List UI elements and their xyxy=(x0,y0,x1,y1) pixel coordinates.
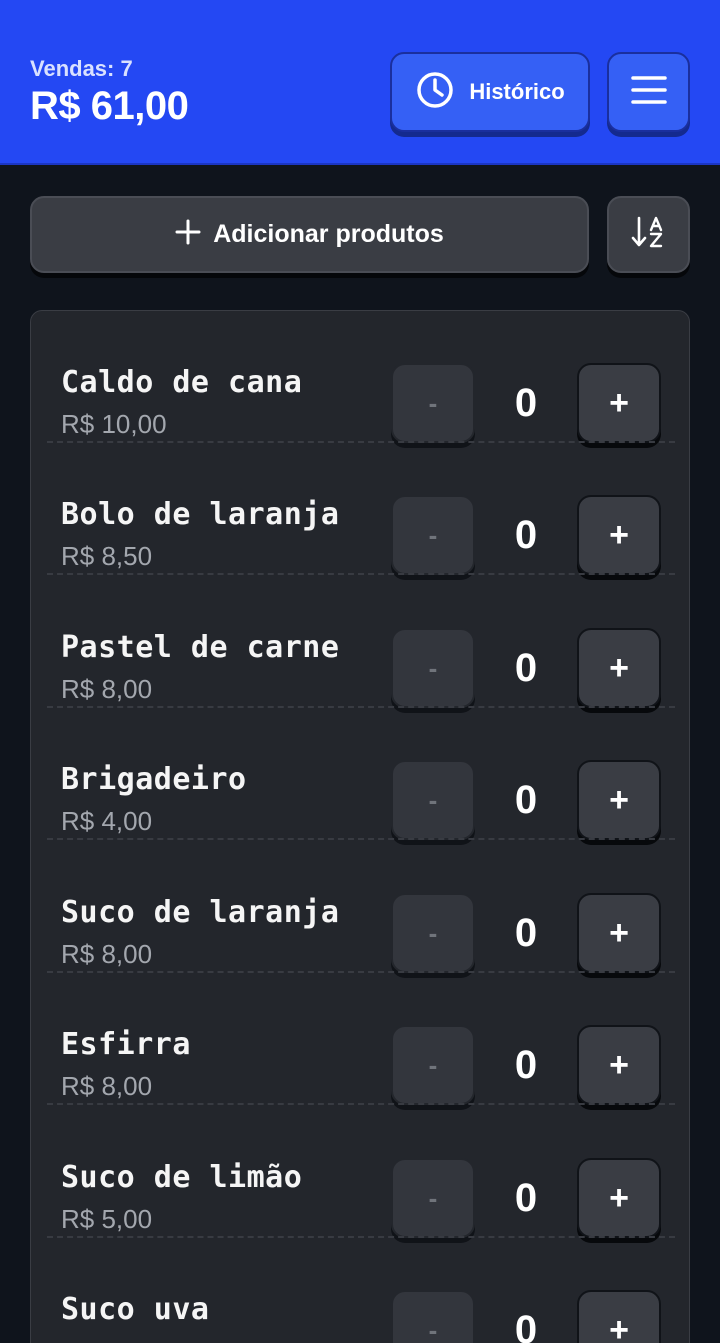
increase-button[interactable]: + xyxy=(577,1290,661,1343)
product-name: Caldo de cana xyxy=(61,365,303,400)
product-name: Suco de limão xyxy=(61,1160,303,1195)
increase-button[interactable]: + xyxy=(577,1025,661,1105)
product-name: Bolo de laranja xyxy=(61,497,340,532)
decrease-button[interactable]: - xyxy=(391,363,475,443)
product-price: R$ 8,00 xyxy=(61,1071,153,1101)
product-price: R$ 5,00 xyxy=(61,1204,153,1234)
history-button[interactable]: Histórico xyxy=(390,52,590,132)
quantity-value: 0 xyxy=(514,645,538,690)
sort-button[interactable] xyxy=(607,196,690,273)
product-name: Pastel de carne xyxy=(61,630,340,665)
increase-button[interactable]: + xyxy=(577,495,661,575)
quantity-value: 0 xyxy=(514,1175,538,1220)
list-item: Esfirra R$ 8,00 - 0 + xyxy=(31,973,689,1105)
clock-icon xyxy=(415,70,455,115)
divider xyxy=(47,573,675,575)
product-price: R$ 8,00 xyxy=(61,674,153,704)
list-item: Brigadeiro R$ 4,00 - 0 + xyxy=(31,708,689,840)
quantity-value: 0 xyxy=(514,910,538,955)
product-name: Esfirra xyxy=(61,1027,191,1062)
quantity-value: 0 xyxy=(514,1307,538,1343)
history-button-label: Histórico xyxy=(469,79,565,104)
decrease-button[interactable]: - xyxy=(391,760,475,840)
decrease-button[interactable]: - xyxy=(391,1025,475,1105)
list-item: Caldo de cana R$ 10,00 - 0 + xyxy=(31,311,689,443)
decrease-button[interactable]: - xyxy=(391,628,475,708)
hamburger-menu-icon xyxy=(630,75,667,110)
product-price: R$ 10,00 xyxy=(61,409,167,439)
quantity-value: 0 xyxy=(514,512,538,557)
increase-button[interactable]: + xyxy=(577,363,661,443)
add-products-label: Adicionar produtos xyxy=(213,220,444,248)
plus-icon xyxy=(175,219,201,250)
decrease-button[interactable]: - xyxy=(391,893,475,973)
product-price: R$ 4,00 xyxy=(61,806,153,836)
quantity-value: 0 xyxy=(514,1042,538,1087)
divider xyxy=(47,838,675,840)
decrease-button[interactable]: - xyxy=(391,1290,475,1343)
app-header: Vendas: 7 R$ 61,00 Histórico xyxy=(0,0,720,165)
increase-button[interactable]: + xyxy=(577,760,661,840)
product-name: Suco de laranja xyxy=(61,895,340,930)
product-price: R$ 8,50 xyxy=(61,541,153,571)
increase-button[interactable]: + xyxy=(577,628,661,708)
quantity-value: 0 xyxy=(514,777,538,822)
sales-total: R$ 61,00 xyxy=(30,84,189,128)
decrease-button[interactable]: - xyxy=(391,495,475,575)
product-name: Brigadeiro xyxy=(61,762,247,797)
increase-button[interactable]: + xyxy=(577,1158,661,1238)
decrease-button[interactable]: - xyxy=(391,1158,475,1238)
increase-button[interactable]: + xyxy=(577,893,661,973)
sort-alphabetical-icon xyxy=(631,214,667,255)
list-item: Suco uva - 0 + xyxy=(31,1238,689,1343)
product-list: Caldo de cana R$ 10,00 - 0 + Bolo de lar… xyxy=(30,310,690,1343)
menu-button[interactable] xyxy=(607,52,690,132)
list-item: Bolo de laranja R$ 8,50 - 0 + xyxy=(31,443,689,575)
sales-count: Vendas: 7 xyxy=(30,56,133,81)
list-item: Pastel de carne R$ 8,00 - 0 + xyxy=(31,576,689,708)
quantity-value: 0 xyxy=(514,380,538,425)
list-item: Suco de limão R$ 5,00 - 0 + xyxy=(31,1106,689,1238)
product-name: Suco uva xyxy=(61,1292,210,1327)
add-products-button[interactable]: Adicionar produtos xyxy=(30,196,589,273)
product-price: R$ 8,00 xyxy=(61,939,153,969)
divider xyxy=(47,1103,675,1105)
list-item: Suco de laranja R$ 8,00 - 0 + xyxy=(31,841,689,973)
